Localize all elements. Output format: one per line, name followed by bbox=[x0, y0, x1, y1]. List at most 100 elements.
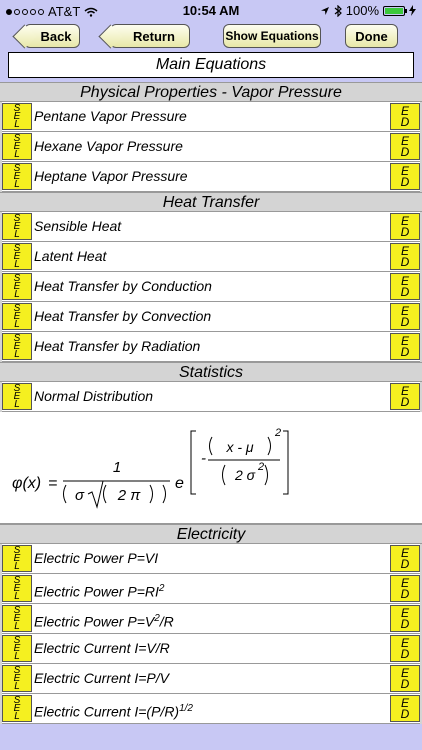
done-button[interactable]: Done bbox=[345, 24, 398, 48]
list-item[interactable]: S E L Hexane Vapor Pressure E D bbox=[2, 132, 420, 162]
ed-button[interactable]: ED bbox=[390, 243, 420, 270]
list-item[interactable]: S E L Heat Transfer by Radiation E D bbox=[2, 332, 420, 362]
ed-button[interactable]: ED bbox=[390, 303, 420, 330]
list-item[interactable]: S E L Electric Current I=P/V E D bbox=[2, 664, 420, 694]
ed-button[interactable]: ED bbox=[390, 695, 420, 722]
sel-button-letter: L bbox=[14, 288, 20, 300]
sel-button[interactable]: SEL bbox=[2, 695, 32, 722]
sel-button[interactable]: SEL bbox=[2, 605, 32, 632]
battery-percent: 100% bbox=[345, 3, 379, 18]
return-button-label: Return bbox=[133, 28, 175, 44]
ed-button-letter: D bbox=[400, 114, 410, 129]
list-item-label: Latent Heat bbox=[34, 248, 107, 264]
sel-button[interactable]: SEL bbox=[2, 383, 32, 410]
section-header: Heat Transfer bbox=[0, 192, 422, 212]
ed-button[interactable]: ED bbox=[390, 635, 420, 662]
paren bbox=[149, 484, 153, 504]
paren bbox=[63, 484, 67, 504]
sel-button[interactable]: SEL bbox=[2, 635, 32, 662]
list-item-label: Hexane Vapor Pressure bbox=[34, 138, 183, 154]
status-bar: AT&T 10:54 AM 100% bbox=[0, 0, 422, 22]
back-button[interactable]: Back bbox=[24, 24, 80, 48]
ed-button-letter: D bbox=[400, 174, 410, 189]
formula-sigma-exponent: 2 bbox=[257, 461, 264, 473]
return-button[interactable]: Return bbox=[110, 24, 190, 48]
normal-distribution-formula: φ(x) =1σ 2 πe-x - μ22 σ2 bbox=[12, 427, 289, 509]
list-item[interactable]: S E L Electric Power P=VI E D bbox=[2, 544, 420, 574]
list-item-label: Heat Transfer by Conduction bbox=[34, 278, 212, 294]
paren bbox=[222, 464, 226, 486]
superscript: 1/2 bbox=[179, 703, 193, 714]
list-item-label: Electric Current I=V/R bbox=[34, 640, 170, 656]
sel-button[interactable]: SEL bbox=[2, 103, 32, 130]
formula-panel: φ(x) = 1 σ 2 πe-x - μ22 σ2 bbox=[0, 412, 422, 524]
sel-button[interactable]: SEL bbox=[2, 213, 32, 240]
sel-button[interactable]: SEL bbox=[2, 133, 32, 160]
ed-button[interactable]: ED bbox=[390, 575, 420, 602]
ed-button-letter: D bbox=[400, 676, 410, 691]
list-item[interactable]: S E L Electric Power P=V2/R E D bbox=[2, 604, 420, 634]
ed-button-letter: D bbox=[400, 586, 410, 601]
sel-button-letter: L bbox=[14, 650, 20, 662]
ed-button-letter: D bbox=[400, 706, 410, 721]
page-title: Main Equations bbox=[8, 52, 414, 78]
sel-button[interactable]: SEL bbox=[2, 273, 32, 300]
ed-button[interactable]: ED bbox=[390, 545, 420, 572]
charging-bolt-icon bbox=[409, 5, 416, 16]
list-item[interactable]: S E L Electric Current I=V/R E D bbox=[2, 634, 420, 664]
equation-list[interactable]: Physical Properties - Vapor Pressure S E L P… bbox=[0, 82, 422, 724]
sel-button-letter: L bbox=[14, 348, 20, 360]
ed-button[interactable]: ED bbox=[390, 133, 420, 160]
formula-minus: - bbox=[201, 450, 206, 467]
battery-level bbox=[385, 7, 403, 14]
list-item-label: Pentane Vapor Pressure bbox=[34, 108, 187, 124]
sel-button[interactable]: SEL bbox=[2, 545, 32, 572]
location-arrow-icon bbox=[320, 6, 329, 15]
ed-button-letter: D bbox=[400, 224, 410, 239]
sel-button-letter: L bbox=[14, 148, 20, 160]
ed-button[interactable]: ED bbox=[390, 333, 420, 360]
list-item[interactable]: S E L Heptane Vapor Pressure E D bbox=[2, 162, 420, 192]
list-item-label: Sensible Heat bbox=[34, 218, 122, 234]
ed-button[interactable]: ED bbox=[390, 103, 420, 130]
formula-exponent: 2 bbox=[274, 427, 281, 439]
sel-button[interactable]: SEL bbox=[2, 575, 32, 602]
sel-button[interactable]: SEL bbox=[2, 243, 32, 270]
show-equations-button[interactable]: Show Equations bbox=[223, 24, 321, 48]
sel-button-letter: L bbox=[14, 620, 20, 632]
list-item[interactable]: S E L Heat Transfer by Convection E D bbox=[2, 302, 420, 332]
ed-button-letter: D bbox=[400, 394, 410, 409]
list-item[interactable]: S E L Electric Current I=(P/R)1/2 E D bbox=[2, 694, 420, 724]
list-item[interactable]: S E L Sensible Heat E D bbox=[2, 212, 420, 242]
sel-button[interactable]: SEL bbox=[2, 665, 32, 692]
ed-button[interactable]: ED bbox=[390, 213, 420, 240]
list-item[interactable]: S E L Normal Distribution E D bbox=[2, 382, 420, 412]
formula-two-sigma: 2 σ bbox=[234, 467, 256, 483]
paren bbox=[267, 436, 271, 456]
ed-button[interactable]: ED bbox=[390, 383, 420, 410]
ed-button[interactable]: ED bbox=[390, 665, 420, 692]
ed-button[interactable]: ED bbox=[390, 163, 420, 190]
sel-button[interactable]: SEL bbox=[2, 303, 32, 330]
ed-button-letter: D bbox=[400, 284, 410, 299]
ed-button-letter: D bbox=[400, 314, 410, 329]
list-item[interactable]: S E L Pentane Vapor Pressure E D bbox=[2, 102, 420, 132]
list-item-label: Heat Transfer by Radiation bbox=[34, 338, 201, 354]
ed-button-letter: D bbox=[400, 646, 410, 661]
sel-button-letter: L bbox=[14, 710, 20, 722]
sel-button-letter: L bbox=[14, 680, 20, 692]
list-item-label: Electric Power P=V2/R bbox=[34, 613, 174, 630]
paren bbox=[162, 484, 166, 504]
back-button-label: Back bbox=[40, 28, 72, 44]
list-item[interactable]: S E L Latent Heat E D bbox=[2, 242, 420, 272]
formula-lhs: φ(x) bbox=[12, 475, 41, 492]
ed-button[interactable]: ED bbox=[390, 605, 420, 632]
formula-e: e bbox=[175, 475, 184, 492]
sel-button[interactable]: SEL bbox=[2, 163, 32, 190]
bracket-left bbox=[190, 430, 196, 495]
list-item[interactable]: S E L Heat Transfer by Conduction E D bbox=[2, 272, 420, 302]
list-item[interactable]: S E L Electric Power P=RI2 E D bbox=[2, 574, 420, 604]
sel-button-letter: L bbox=[14, 178, 20, 190]
sel-button[interactable]: SEL bbox=[2, 333, 32, 360]
ed-button[interactable]: ED bbox=[390, 273, 420, 300]
